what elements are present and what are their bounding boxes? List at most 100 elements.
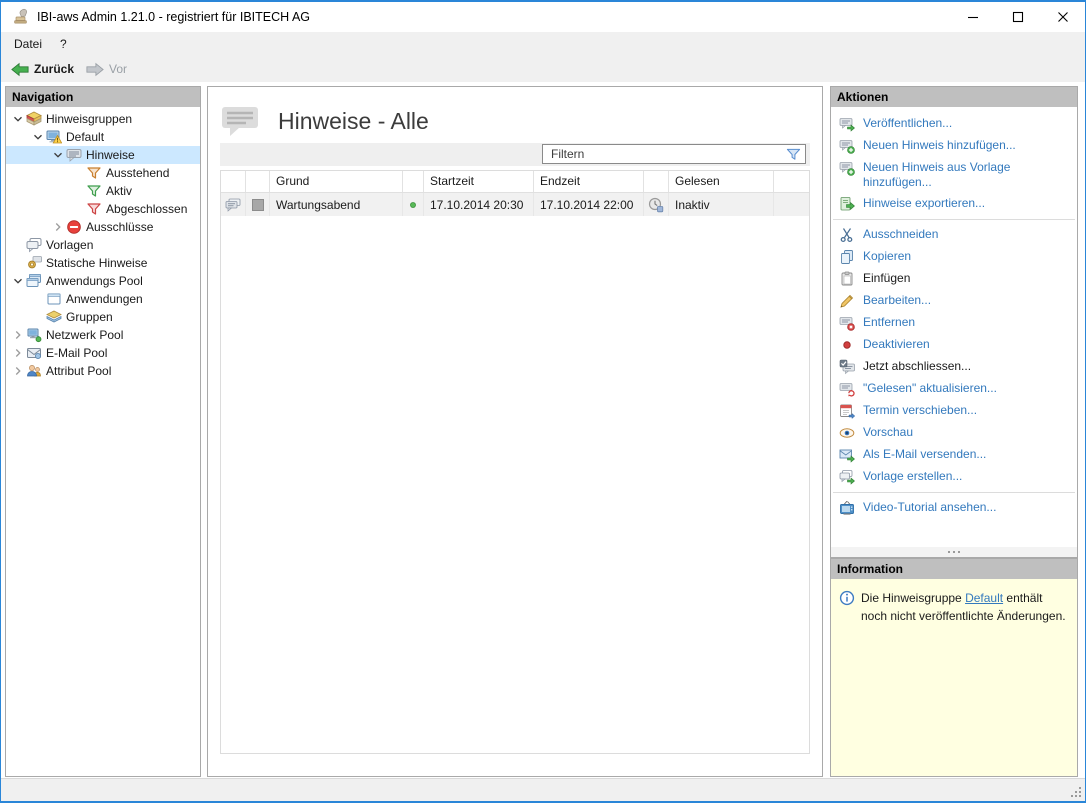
- menu-label: ?: [60, 37, 67, 51]
- add-from-template-icon: [839, 160, 855, 176]
- nav-item-ausstehend[interactable]: Ausstehend: [6, 164, 200, 182]
- funnel-pending-icon: [86, 165, 104, 181]
- toolbar: Zurück Vor: [1, 56, 1085, 82]
- groups-icon: [46, 309, 64, 325]
- splitter-handle[interactable]: [831, 547, 1077, 557]
- funnel-active-icon: [86, 183, 104, 199]
- action-gelesen-aktualisieren[interactable]: "Gelesen" aktualisieren...: [831, 378, 1077, 400]
- info-icon: [839, 590, 855, 606]
- col-header-gelesen[interactable]: Gelesen: [669, 171, 774, 192]
- menu-help[interactable]: ?: [51, 32, 76, 56]
- action-label: "Gelesen" aktualisieren...: [863, 381, 997, 396]
- nav-item-vorlagen[interactable]: Vorlagen: [6, 236, 200, 254]
- main-panel: Hinweise - Alle Grund Startzeit En: [207, 86, 823, 777]
- no-entry-icon: [66, 219, 84, 235]
- chevron-right-icon[interactable]: [10, 363, 26, 379]
- action-vorschau[interactable]: Vorschau: [831, 422, 1077, 444]
- minimize-button[interactable]: [950, 2, 995, 32]
- nav-item-attribut-pool[interactable]: Attribut Pool: [6, 362, 200, 380]
- resize-grip[interactable]: [1070, 786, 1081, 797]
- col-header-status[interactable]: [403, 171, 424, 192]
- static-notes-icon: [26, 255, 44, 271]
- video-tutorial-icon: [839, 500, 855, 516]
- action-jetzt-abschliessen[interactable]: Jetzt abschliessen...: [831, 356, 1077, 378]
- row-gelesen-cell: Inaktiv: [669, 193, 774, 216]
- forward-button[interactable]: Vor: [80, 56, 133, 82]
- back-button[interactable]: Zurück: [5, 56, 80, 82]
- action-bearbeiten[interactable]: Bearbeiten...: [831, 290, 1077, 312]
- chevron-spacer: [10, 237, 26, 253]
- close-button[interactable]: [1040, 2, 1085, 32]
- actions-divider: [833, 219, 1075, 220]
- network-pool-icon: [26, 327, 44, 343]
- chevron-right-icon[interactable]: [50, 219, 66, 235]
- chevron-down-icon[interactable]: [10, 111, 26, 127]
- action-hinweise-exportieren[interactable]: Hinweise exportieren...: [831, 193, 1077, 215]
- action-veroeffentlichen[interactable]: Veröffentlichen...: [831, 113, 1077, 135]
- col-header-gelesen-icon[interactable]: [644, 171, 669, 192]
- action-ausschneiden[interactable]: Ausschneiden: [831, 224, 1077, 246]
- cut-icon: [839, 227, 855, 243]
- action-neuen-hinweis-hinzufuegen[interactable]: Neuen Hinweis hinzufügen...: [831, 135, 1077, 157]
- nav-item-statische-hinweise[interactable]: Statische Hinweise: [6, 254, 200, 272]
- menubar: Datei ?: [1, 32, 1085, 56]
- nav-item-gruppen[interactable]: Gruppen: [6, 308, 200, 326]
- action-video-tutorial[interactable]: Video-Tutorial ansehen...: [831, 497, 1077, 519]
- copy-icon: [839, 249, 855, 265]
- resize-grip-dots-icon: [1079, 795, 1081, 797]
- add-note-icon: [839, 138, 855, 154]
- col-header-startzeit[interactable]: Startzeit: [424, 171, 534, 192]
- action-termin-verschieben[interactable]: Termin verschieben...: [831, 400, 1077, 422]
- col-header-type-icon[interactable]: [221, 171, 246, 192]
- action-als-email-versenden[interactable]: Als E-Mail versenden...: [831, 444, 1077, 466]
- nav-item-label: Ausstehend: [106, 166, 169, 180]
- col-header-color[interactable]: [246, 171, 270, 192]
- nav-item-default[interactable]: Default: [6, 128, 200, 146]
- chevron-down-icon[interactable]: [10, 273, 26, 289]
- main-header: Hinweise - Alle: [208, 87, 822, 143]
- nav-item-ausschluesse[interactable]: Ausschlüsse: [6, 218, 200, 236]
- action-kopieren[interactable]: Kopieren: [831, 246, 1077, 268]
- chevron-right-icon[interactable]: [10, 345, 26, 361]
- actions-panel: Aktionen Veröffentlichen...: [830, 86, 1078, 558]
- action-label: Neuen Hinweis hinzufügen...: [863, 138, 1016, 153]
- chevron-right-icon[interactable]: [10, 327, 26, 343]
- nav-item-label: Ausschlüsse: [86, 220, 153, 234]
- nav-item-netzwerk-pool[interactable]: Netzwerk Pool: [6, 326, 200, 344]
- nav-item-aktiv[interactable]: Aktiv: [6, 182, 200, 200]
- information-panel-header: Information: [831, 559, 1077, 579]
- nav-item-anwendungs-pool[interactable]: Anwendungs Pool: [6, 272, 200, 290]
- row-endzeit-cell: 17.10.2014 22:00: [534, 193, 644, 216]
- table-row[interactable]: Wartungsabend 17.10.2014 20:30 17.10.201…: [221, 193, 809, 216]
- nav-item-abgeschlossen[interactable]: Abgeschlossen: [6, 200, 200, 218]
- action-entfernen[interactable]: Entfernen: [831, 312, 1077, 334]
- action-label: Neuen Hinweis aus Vorlage hinzufügen...: [863, 160, 1069, 190]
- action-vorlage-erstellen[interactable]: Vorlage erstellen...: [831, 466, 1077, 488]
- actions-divider: [833, 492, 1075, 493]
- default-group-link[interactable]: Default: [965, 591, 1003, 605]
- action-neuen-hinweis-aus-vorlage[interactable]: Neuen Hinweis aus Vorlage hinzufügen...: [831, 157, 1077, 193]
- menu-datei[interactable]: Datei: [5, 32, 51, 56]
- filter-input[interactable]: [543, 145, 805, 163]
- chevron-down-icon[interactable]: [50, 147, 66, 163]
- action-einfuegen[interactable]: Einfügen: [831, 268, 1077, 290]
- maximize-button[interactable]: [995, 2, 1040, 32]
- maximize-icon: [1012, 11, 1024, 23]
- actions-list: Veröffentlichen... Neuen Hinweis h: [831, 107, 1077, 519]
- filter-box: [542, 144, 806, 164]
- table-header-row: Grund Startzeit Endzeit Gelesen: [221, 171, 809, 193]
- hinweisgruppe-default-icon: [46, 129, 64, 145]
- nav-item-email-pool[interactable]: E-Mail Pool: [6, 344, 200, 362]
- action-deaktivieren[interactable]: Deaktivieren: [831, 334, 1077, 356]
- nav-item-hinweise[interactable]: Hinweise: [6, 146, 200, 164]
- col-header-grund[interactable]: Grund: [270, 171, 403, 192]
- col-header-endzeit[interactable]: Endzeit: [534, 171, 644, 192]
- nav-item-label: Statische Hinweise: [46, 256, 147, 270]
- chevron-down-icon[interactable]: [30, 129, 46, 145]
- navigation-panel-header: Navigation: [6, 87, 200, 107]
- nav-item-label: Vorlagen: [46, 238, 93, 252]
- nav-item-anwendungen[interactable]: Anwendungen: [6, 290, 200, 308]
- info-text-before: Die Hinweisgruppe: [861, 591, 965, 605]
- filter-funnel-icon[interactable]: [786, 147, 801, 162]
- nav-item-hinweisgruppen[interactable]: Hinweisgruppen: [6, 110, 200, 128]
